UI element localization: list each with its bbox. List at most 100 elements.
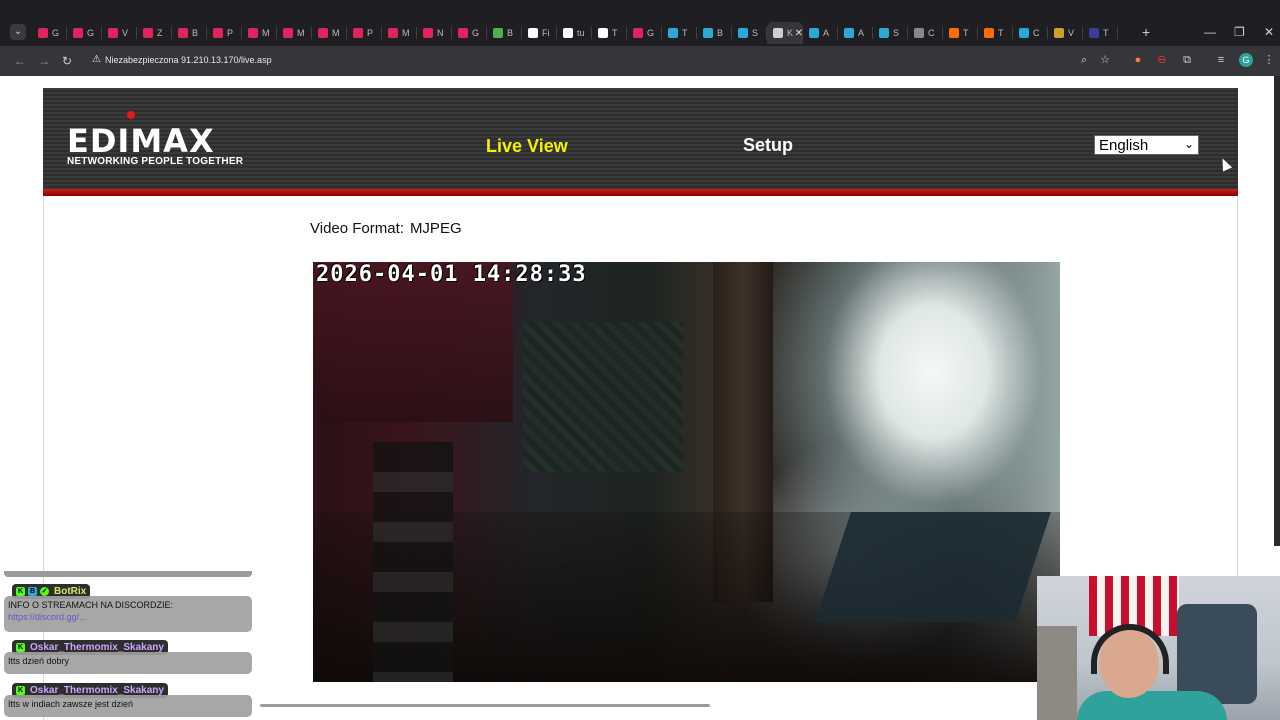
tab-favicon-icon [318,28,328,38]
tab-title: S [893,28,900,38]
url-text[interactable]: 91.210.13.170/live.asp [181,55,272,65]
tab-favicon-icon [213,28,223,38]
browser-tab[interactable]: M [277,22,312,44]
browser-tab[interactable]: B [487,22,522,44]
bookmark-star-icon[interactable]: ☆ [1098,53,1112,67]
browser-tab[interactable]: A [803,22,838,44]
new-tab-button[interactable]: + [1142,24,1150,40]
edimax-header: EDIMAX NETWORKING PEOPLE TOGETHER Live V… [43,88,1238,196]
tab-title: M [332,28,340,38]
tab-title: A [823,28,830,38]
tab-favicon-icon [773,28,783,38]
tab-favicon-icon [248,28,258,38]
browser-tab[interactable]: P [207,22,242,44]
chat-message-link[interactable]: https://discord.gg/... [8,612,248,622]
browser-tab[interactable]: V [1048,22,1083,44]
tab-favicon-icon [38,28,48,38]
stream-chat-overlay: K B ✓ BotRix INFO O STREAMACH NA DISCORD… [4,571,252,720]
browser-tab[interactable]: K ✕ [767,22,803,44]
tab-title: Fi [542,28,550,38]
horizontal-scrollbar[interactable] [260,704,710,707]
browser-tab[interactable]: S [732,22,767,44]
browser-tab[interactable]: G [627,22,662,44]
browser-tab[interactable]: B [172,22,207,44]
close-window-icon[interactable]: ✕ [1264,24,1274,40]
browser-tab[interactable]: M [312,22,347,44]
browser-tab[interactable]: T [943,22,978,44]
tab-favicon-icon [914,28,924,38]
extensions-puzzle-icon[interactable]: ⧉ [1180,53,1194,67]
browser-tab[interactable]: tu [557,22,592,44]
browser-menu-icon[interactable]: ⋮ [1262,53,1276,67]
block-extension-icon[interactable]: ⊖ [1155,53,1169,67]
browser-tab[interactable]: T [592,22,627,44]
tab-favicon-icon [1089,28,1099,38]
browser-tab[interactable]: Fi [522,22,557,44]
kick-badge-icon: K [16,686,25,695]
tab-favicon-icon [73,28,83,38]
streamer-webcam [1037,576,1280,720]
tab-title: A [858,28,865,38]
close-tab-icon[interactable]: ✕ [795,28,803,39]
page-scrollbar[interactable] [1274,76,1280,546]
tab-title: T [682,28,688,38]
browser-tab[interactable]: C [908,22,943,44]
browser-tab[interactable]: G [67,22,102,44]
zoom-icon[interactable]: ⌕ [1077,53,1091,67]
browser-tab[interactable]: T [662,22,697,44]
browser-tab[interactable]: N [417,22,452,44]
browser-tab[interactable]: Z [137,22,172,44]
profile-avatar-icon[interactable]: G [1239,53,1253,67]
browser-tab[interactable]: M [382,22,417,44]
tab-title: M [402,28,410,38]
tab-favicon-icon [668,28,678,38]
tab-title: tu [577,28,585,38]
tab-title: Z [157,28,163,38]
verified-badge-icon: ✓ [40,587,49,596]
tab-favicon-icon [353,28,363,38]
browser-tab[interactable]: G [32,22,67,44]
tab-favicon-icon [879,28,889,38]
browser-toolbar: ← → ↻ ⚠ Niezabezpieczona 91.210.13.170/l… [0,46,1280,76]
browser-tab[interactable]: B [697,22,732,44]
browser-tab[interactable]: M [242,22,277,44]
browser-tab[interactable]: T [978,22,1013,44]
nav-live-view[interactable]: Live View [486,136,568,157]
reload-icon[interactable]: ↻ [62,53,72,69]
browser-tab[interactable]: A [838,22,873,44]
security-indicator[interactable]: ⚠ Niezabezpieczona [92,54,179,65]
tab-favicon-icon [984,28,994,38]
header-red-stripe [43,189,1238,196]
language-value: English [1099,136,1149,154]
browser-tab[interactable]: P [347,22,382,44]
address-bar[interactable]: ⚠ Niezabezpieczona 91.210.13.170/live.as… [86,50,1126,72]
tab-favicon-icon [738,28,748,38]
tab-search-icon[interactable]: ≡ [1214,53,1228,67]
tab-favicon-icon [143,28,153,38]
tab-search-menu-button[interactable]: ⌄ [10,24,26,40]
nav-setup[interactable]: Setup [743,135,793,156]
browser-tab[interactable]: C [1013,22,1048,44]
back-icon[interactable]: ← [14,53,26,69]
minimize-icon[interactable]: — [1204,24,1216,40]
tab-title: M [262,28,270,38]
tab-title: S [752,28,759,38]
restore-icon[interactable]: ❐ [1234,24,1245,40]
tab-favicon-icon [809,28,819,38]
browser-tab[interactable]: G [452,22,487,44]
tab-favicon-icon [949,28,959,38]
video-scene-stools [373,442,453,682]
tab-favicon-icon [458,28,468,38]
forward-icon[interactable]: → [38,53,50,69]
browser-tab[interactable]: V [102,22,137,44]
video-timestamp: 2026-04-01 14:28:33 [316,262,587,287]
tab-favicon-icon [563,28,573,38]
language-select[interactable]: English ⌄ [1094,135,1199,155]
video-format-value: MJPEG [409,220,462,237]
live-video-stream[interactable]: 2026-04-01 14:28:33 [313,262,1060,682]
tab-favicon-icon [844,28,854,38]
tab-favicon-icon [598,28,608,38]
browser-tab[interactable]: T [1083,22,1118,44]
extension-icon[interactable]: ● [1131,53,1145,67]
browser-tab[interactable]: S [873,22,908,44]
